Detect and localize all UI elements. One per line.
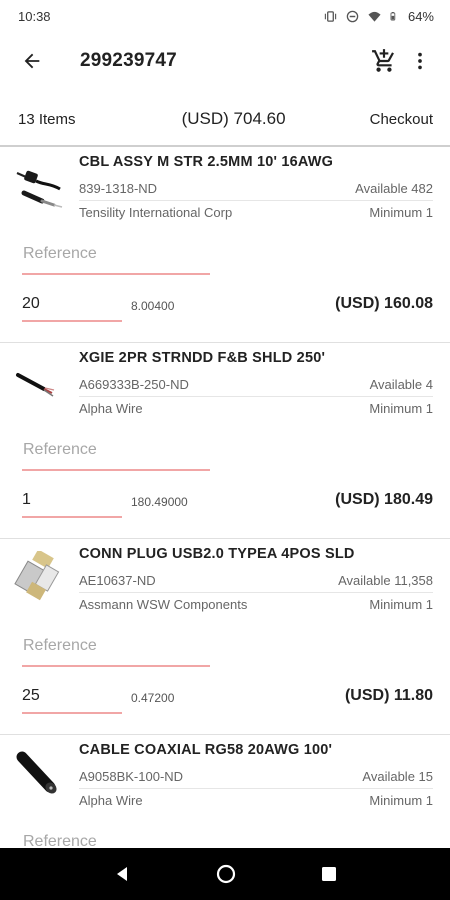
extended-price: (USD) 180.49	[335, 491, 433, 508]
availability: Available 4	[369, 377, 433, 392]
cart-item[interactable]: CBL ASSY M STR 2.5MM 10' 16AWG 839-1318-…	[0, 147, 450, 343]
quantity-underline	[22, 712, 122, 714]
nav-recents-icon[interactable]	[321, 866, 337, 882]
status-bar: 10:38 64%	[0, 0, 450, 32]
cart-total: (USD) 704.60	[181, 109, 286, 128]
more-vert-icon	[418, 52, 422, 70]
item-info: XGIE 2PR STRNDD F&B SHLD 250' A669333B-2…	[79, 347, 433, 421]
system-nav-bar	[0, 848, 450, 900]
availability: Available 482	[355, 181, 433, 196]
status-time: 10:38	[18, 8, 51, 24]
item-row-mfr: Alpha Wire Minimum 1	[79, 789, 433, 813]
more-options-button[interactable]	[402, 41, 438, 81]
battery-icon	[390, 11, 396, 20]
add-to-cart-button[interactable]	[366, 41, 402, 81]
reference-field[interactable]: Reference	[23, 637, 97, 655]
manufacturer: Tensility International Corp	[79, 205, 233, 220]
do-not-disturb-icon	[346, 10, 359, 22]
manufacturer: Alpha Wire	[79, 401, 143, 416]
reference-field[interactable]: Reference	[23, 833, 97, 848]
minimum-qty: Minimum 1	[369, 597, 433, 612]
availability: Available 11,358	[338, 573, 433, 588]
item-row-part: AE10637-ND Available 11,358	[79, 569, 433, 593]
nav-home-icon[interactable]	[216, 864, 236, 884]
item-description: CBL ASSY M STR 2.5MM 10' 16AWG	[79, 154, 334, 170]
item-info: CABLE COAXIAL RG58 20AWG 100' A9058BK-10…	[79, 739, 433, 813]
extended-price: (USD) 160.08	[335, 295, 433, 312]
reference-field[interactable]: Reference	[23, 245, 97, 263]
item-row-mfr: Alpha Wire Minimum 1	[79, 397, 433, 421]
manufacturer: Alpha Wire	[79, 793, 143, 808]
cart-item[interactable]: CABLE COAXIAL RG58 20AWG 100' A9058BK-10…	[0, 735, 450, 848]
part-number: 839-1318-ND	[79, 181, 158, 196]
availability: Available 15	[362, 769, 433, 784]
item-description: XGIE 2PR STRNDD F&B SHLD 250'	[79, 350, 326, 366]
reference-underline	[22, 469, 210, 471]
app-bar: 299239747	[0, 32, 450, 90]
reference-underline	[22, 273, 210, 275]
item-row-part: 839-1318-ND Available 482	[79, 177, 433, 201]
part-number: A669333B-250-ND	[79, 377, 189, 392]
item-info: CBL ASSY M STR 2.5MM 10' 16AWG 839-1318-…	[79, 151, 433, 225]
reference-underline	[22, 665, 210, 667]
quantity-field[interactable]: 25	[22, 687, 40, 705]
quantity-field[interactable]: 20	[22, 295, 40, 313]
product-thumbnail	[16, 373, 55, 397]
product-thumbnail	[14, 551, 60, 601]
quantity-underline	[22, 516, 122, 518]
back-arrow-icon	[24, 53, 40, 69]
item-info: CONN PLUG USB2.0 TYPEA 4POS SLD AE10637-…	[79, 543, 433, 617]
back-button[interactable]	[12, 41, 52, 81]
nav-back-icon[interactable]	[113, 865, 131, 883]
status-icons: 64%	[324, 9, 434, 24]
item-description: CONN PLUG USB2.0 TYPEA 4POS SLD	[79, 546, 355, 562]
add-to-cart-icon	[372, 49, 394, 72]
items-count: 13 Items	[18, 110, 76, 128]
quantity-field[interactable]: 1	[22, 491, 31, 509]
item-row-mfr: Assmann WSW Components Minimum 1	[79, 593, 433, 617]
item-description: CABLE COAXIAL RG58 20AWG 100'	[79, 742, 333, 758]
cart-item[interactable]: XGIE 2PR STRNDD F&B SHLD 250' A669333B-2…	[0, 343, 450, 539]
unit-price: 8.00400	[131, 299, 175, 313]
item-row-part: A9058BK-100-ND Available 15	[79, 765, 433, 789]
minimum-qty: Minimum 1	[369, 205, 433, 220]
item-row-part: A669333B-250-ND Available 4	[79, 373, 433, 397]
reference-field[interactable]: Reference	[23, 441, 97, 459]
page-title: 299239747	[80, 50, 177, 71]
minimum-qty: Minimum 1	[369, 401, 433, 416]
vibrate-icon	[324, 10, 337, 22]
cart-summary: 13 Items (USD) 704.60 Checkout	[0, 94, 450, 144]
part-number: AE10637-ND	[79, 573, 156, 588]
wifi-icon	[368, 11, 381, 22]
checkout-button[interactable]: Checkout	[370, 111, 433, 128]
item-row-mfr: Tensility International Corp Minimum 1	[79, 201, 433, 225]
cart-item[interactable]: CONN PLUG USB2.0 TYPEA 4POS SLD AE10637-…	[0, 539, 450, 735]
extended-price: (USD) 11.80	[344, 687, 433, 704]
product-thumbnail	[16, 170, 63, 208]
quantity-underline	[22, 320, 122, 322]
battery-percent: 64%	[407, 8, 434, 24]
part-number: A9058BK-100-ND	[79, 769, 184, 784]
minimum-qty: Minimum 1	[369, 793, 433, 808]
manufacturer: Assmann WSW Components	[79, 597, 248, 612]
unit-price: 0.47200	[131, 691, 175, 705]
product-thumbnail	[16, 751, 57, 794]
cart-item-list[interactable]: CBL ASSY M STR 2.5MM 10' 16AWG 839-1318-…	[0, 147, 450, 848]
unit-price: 180.49000	[131, 495, 188, 509]
